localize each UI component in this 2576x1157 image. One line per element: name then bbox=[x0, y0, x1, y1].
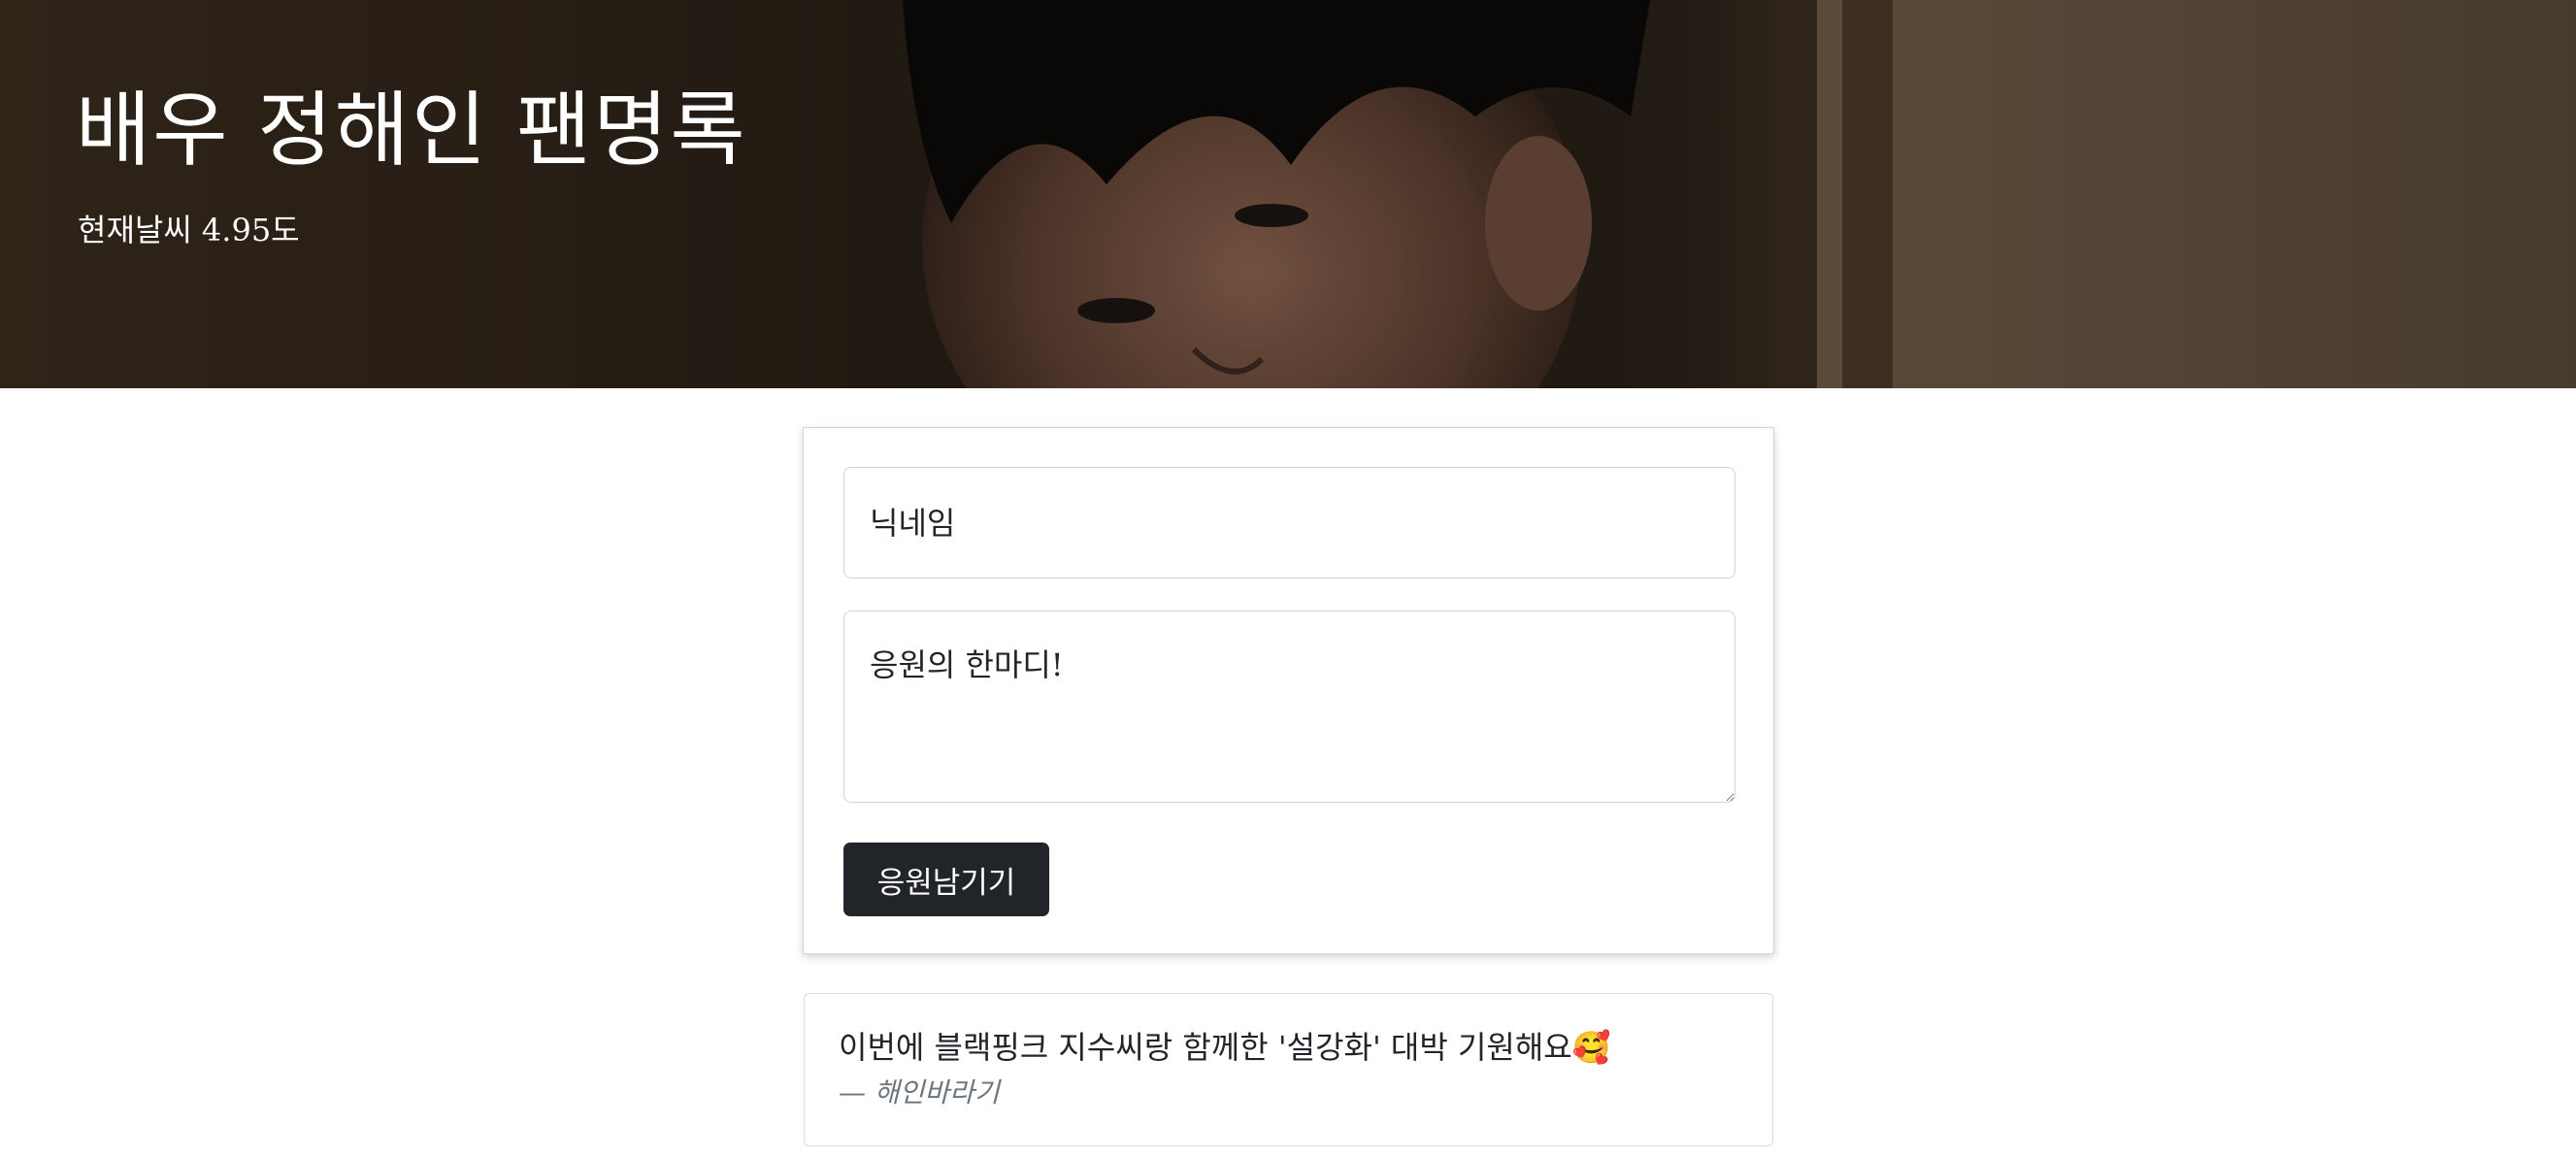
guestbook-form-card: 응원남기기 bbox=[803, 427, 1774, 954]
cheer-message-textarea[interactable] bbox=[843, 611, 1735, 803]
author-dash: — bbox=[839, 1076, 866, 1108]
submit-cheer-button[interactable]: 응원남기기 bbox=[843, 843, 1049, 916]
comment-author: 해인바라기 bbox=[874, 1076, 1000, 1108]
hero-banner: 배우 정해인 팬명록 현재날씨 4.95도 bbox=[0, 0, 2576, 388]
weather-text: 현재날씨 4.95도 bbox=[78, 212, 300, 248]
nickname-input[interactable] bbox=[843, 467, 1735, 578]
comment-author-row: — 해인바라기 bbox=[839, 1072, 1000, 1110]
comment-text: 이번에 블랙핑크 지수씨랑 함께한 '설강화' 대박 기원해요🥰 bbox=[839, 1029, 1611, 1066]
hero-overlay bbox=[0, 0, 2576, 388]
page-title: 배우 정해인 팬명록 bbox=[76, 83, 747, 178]
comment-card: 이번에 블랙핑크 지수씨랑 함께한 '설강화' 대박 기원해요🥰 — 해인바라기 bbox=[804, 993, 1773, 1146]
